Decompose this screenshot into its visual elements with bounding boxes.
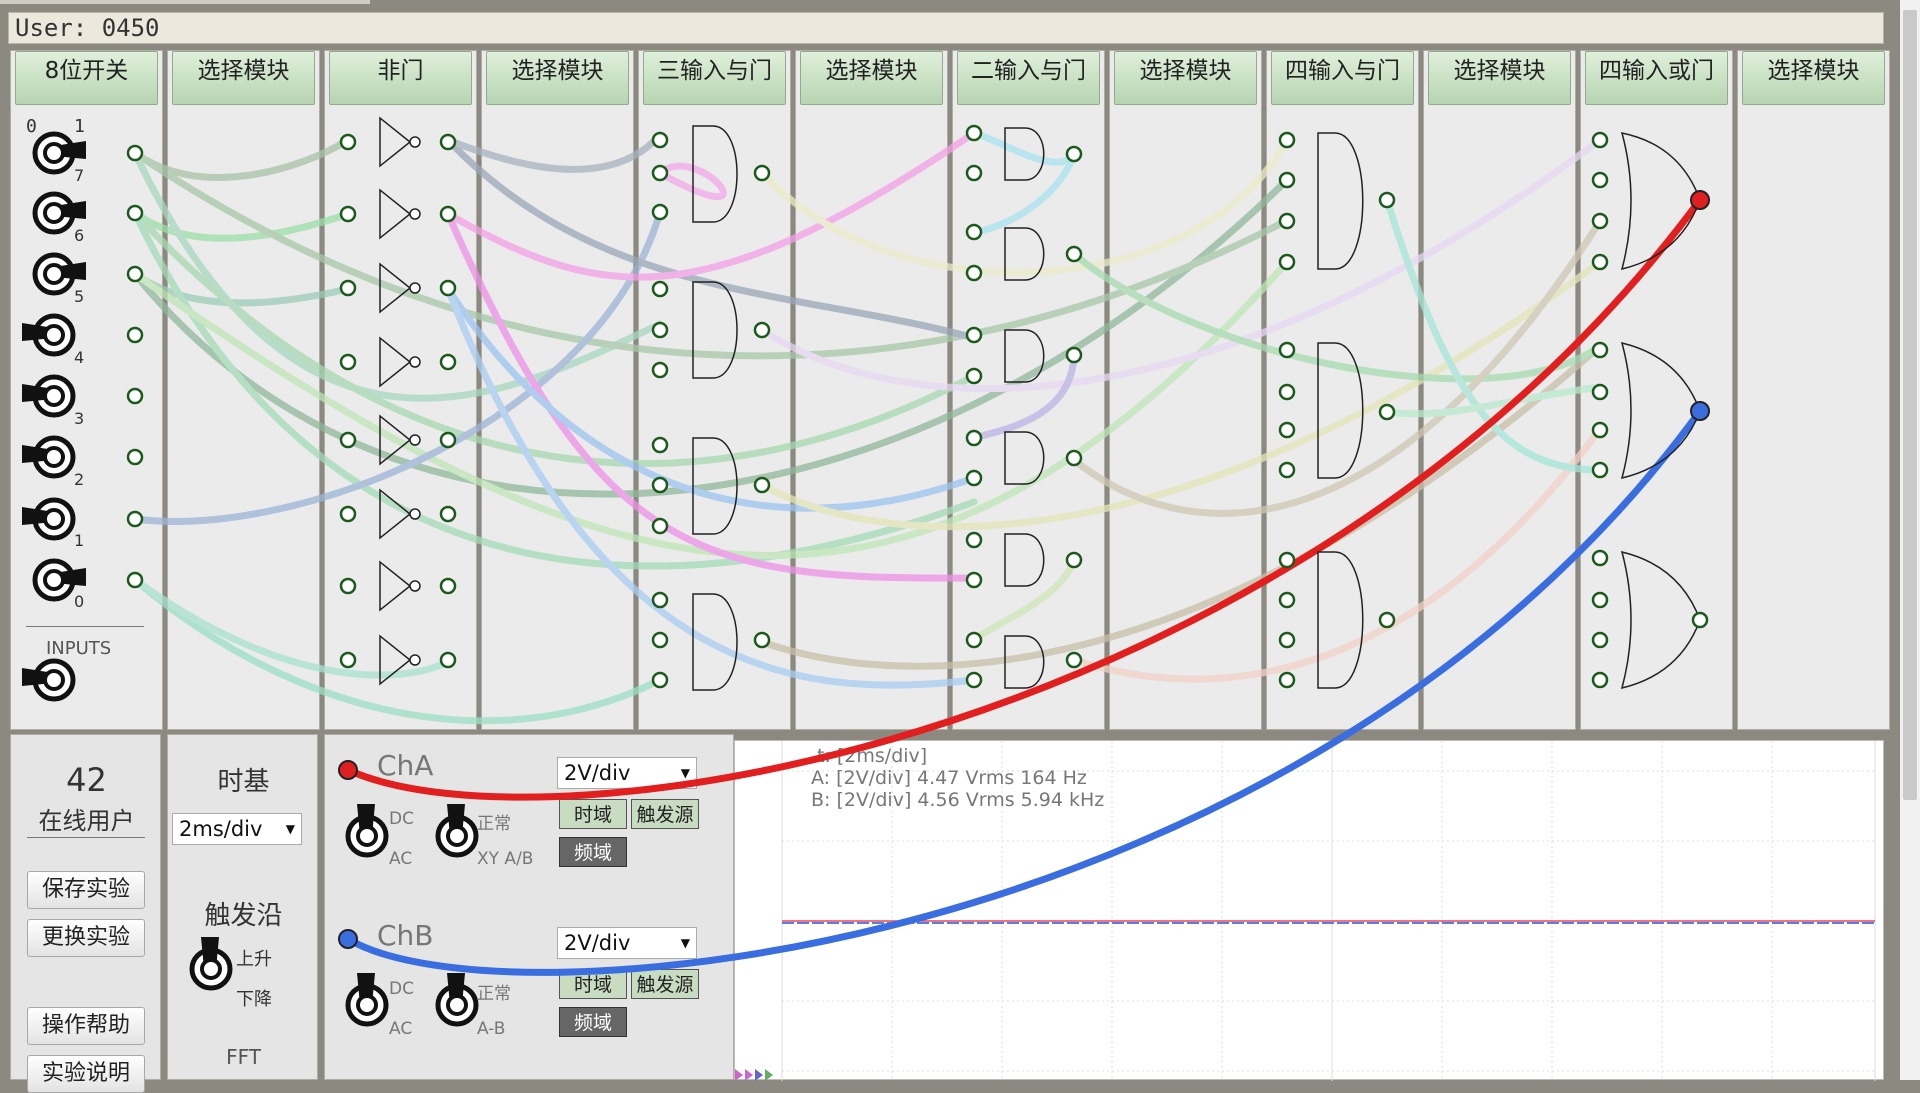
scrollbar-thumb[interactable] <box>1903 10 1917 800</box>
column-header[interactable]: 选择模块 <box>1114 51 1257 105</box>
channel-a-frequency-domain-button[interactable]: 频域 <box>559 837 627 867</box>
oscilloscope-display: t: [2ms/div] A: [2V/div] 4.47 Vrms 164 H… <box>734 740 1884 1081</box>
chevron-down-icon: ▼ <box>285 822 295 836</box>
user-bar: User: 0450 <box>8 12 1884 44</box>
trigger-fall-label: 下降 <box>236 989 272 1010</box>
column-and3: 三输入与门 <box>638 50 791 730</box>
channel-b-dc: DC <box>389 979 414 999</box>
marker-icon <box>765 1069 773 1081</box>
online-label: 在线用户 <box>38 807 135 835</box>
timebase-value: 2ms/div <box>179 817 263 841</box>
channel-a-volts: 2V/div <box>564 761 631 785</box>
channel-b-time-domain-button[interactable]: 时域 <box>559 969 627 999</box>
channel-b-ac: AC <box>389 1019 413 1039</box>
channel-a-normal: 正常 <box>477 814 511 834</box>
column-and2: 二输入与门 <box>952 50 1105 730</box>
switch-number: 4 <box>74 348 85 367</box>
timebase-select[interactable]: 2ms/div ▼ <box>172 813 302 845</box>
chevron-down-icon: ▼ <box>680 766 690 780</box>
channel-b-mode: A-B <box>477 1019 506 1039</box>
column-select-6: 选择模块 <box>1737 50 1890 730</box>
channel-a-trigger-source-button[interactable]: 触发源 <box>631 799 699 829</box>
trigger-edge-title: 触发沿 <box>204 901 283 931</box>
top-strip <box>0 0 370 4</box>
switch-number: 6 <box>74 226 85 245</box>
column-header: 非门 <box>329 51 472 105</box>
channel-b-frequency-domain-button[interactable]: 频域 <box>559 1007 627 1037</box>
experiment-description-button[interactable]: 实验说明 <box>27 1055 145 1093</box>
channel-b-volts: 2V/div <box>564 931 631 955</box>
switch-label-1: 1 <box>74 116 85 137</box>
channel-b-normal: 正常 <box>477 984 511 1004</box>
channel-a-ac: AC <box>389 849 413 869</box>
column-header: 8位开关 <box>15 51 158 105</box>
switch-number: 2 <box>74 470 85 489</box>
column-select-2: 选择模块 <box>481 50 634 730</box>
column-header[interactable]: 选择模块 <box>1742 51 1885 105</box>
marker-icon <box>735 1069 743 1081</box>
fft-label: FFT <box>226 1045 261 1069</box>
column-select-1: 选择模块 <box>167 50 320 730</box>
channel-a-volts-select[interactable]: 2V/div ▼ <box>557 757 697 789</box>
column-header[interactable]: 选择模块 <box>1428 51 1571 105</box>
column-header[interactable]: 选择模块 <box>486 51 629 105</box>
channel-a-time-domain-button[interactable]: 时域 <box>559 799 627 829</box>
column-header[interactable]: 选择模块 <box>172 51 315 105</box>
save-experiment-button[interactable]: 保存实验 <box>27 871 145 909</box>
switch-number: 5 <box>74 287 85 306</box>
scope-channel-b-readout: B: [2V/div] 4.56 Vrms 5.94 kHz <box>811 789 1105 811</box>
online-count: 42 <box>66 761 107 799</box>
divider <box>26 626 144 627</box>
column-header[interactable]: 选择模块 <box>800 51 943 105</box>
marker-icon <box>755 1069 763 1081</box>
column-header: 二输入与门 <box>957 51 1100 105</box>
switch-number: 3 <box>74 409 85 428</box>
column-and4: 四输入与门 <box>1266 50 1419 730</box>
marker-icon <box>745 1069 753 1081</box>
timebase-panel: 时基 2ms/div ▼ 触发沿 上升 下降 FFT <box>167 734 318 1080</box>
column-header: 四输入或门 <box>1585 51 1728 105</box>
switch-number: 0 <box>74 592 85 611</box>
session-panel: 42 在线用户 保存实验 更换实验 操作帮助 实验说明 <box>10 734 161 1093</box>
scope-timebase-readout: t: [2ms/div] <box>817 745 928 767</box>
change-experiment-button[interactable]: 更换实验 <box>27 919 145 957</box>
trigger-rise-label: 上升 <box>236 949 272 970</box>
column-or4: 四输入或门 <box>1580 50 1733 730</box>
column-not-gate: 非门 <box>324 50 477 730</box>
column-select-5: 选择模块 <box>1423 50 1576 730</box>
channel-a-dc: DC <box>389 809 414 829</box>
divider <box>27 837 145 838</box>
scope-channel-a-readout: A: [2V/div] 4.47 Vrms 164 Hz <box>811 767 1087 789</box>
channel-panel: ChA 2V/div ▼ DC AC 正常 XY A/B 时域 触发源 频域 Ch… <box>324 734 734 1080</box>
channel-a-mode: XY A/B <box>477 849 534 869</box>
switch-number: 7 <box>74 166 85 185</box>
column-header: 三输入与门 <box>643 51 786 105</box>
inputs-label: INPUTS <box>46 638 112 659</box>
column-select-3: 选择模块 <box>795 50 948 730</box>
column-header: 四输入与门 <box>1271 51 1414 105</box>
channel-b-trigger-source-button[interactable]: 触发源 <box>631 969 699 999</box>
column-select-4: 选择模块 <box>1109 50 1262 730</box>
chevron-down-icon: ▼ <box>680 936 690 950</box>
column-switches: 8位开关 <box>10 50 163 730</box>
channel-b-name: ChB <box>377 919 434 952</box>
help-button[interactable]: 操作帮助 <box>27 1007 145 1045</box>
timebase-title: 时基 <box>217 767 270 797</box>
channel-b-volts-select[interactable]: 2V/div ▼ <box>557 927 697 959</box>
channel-a-name: ChA <box>377 749 434 782</box>
switch-number: 1 <box>74 531 85 550</box>
switch-label-0: 0 <box>26 116 37 137</box>
